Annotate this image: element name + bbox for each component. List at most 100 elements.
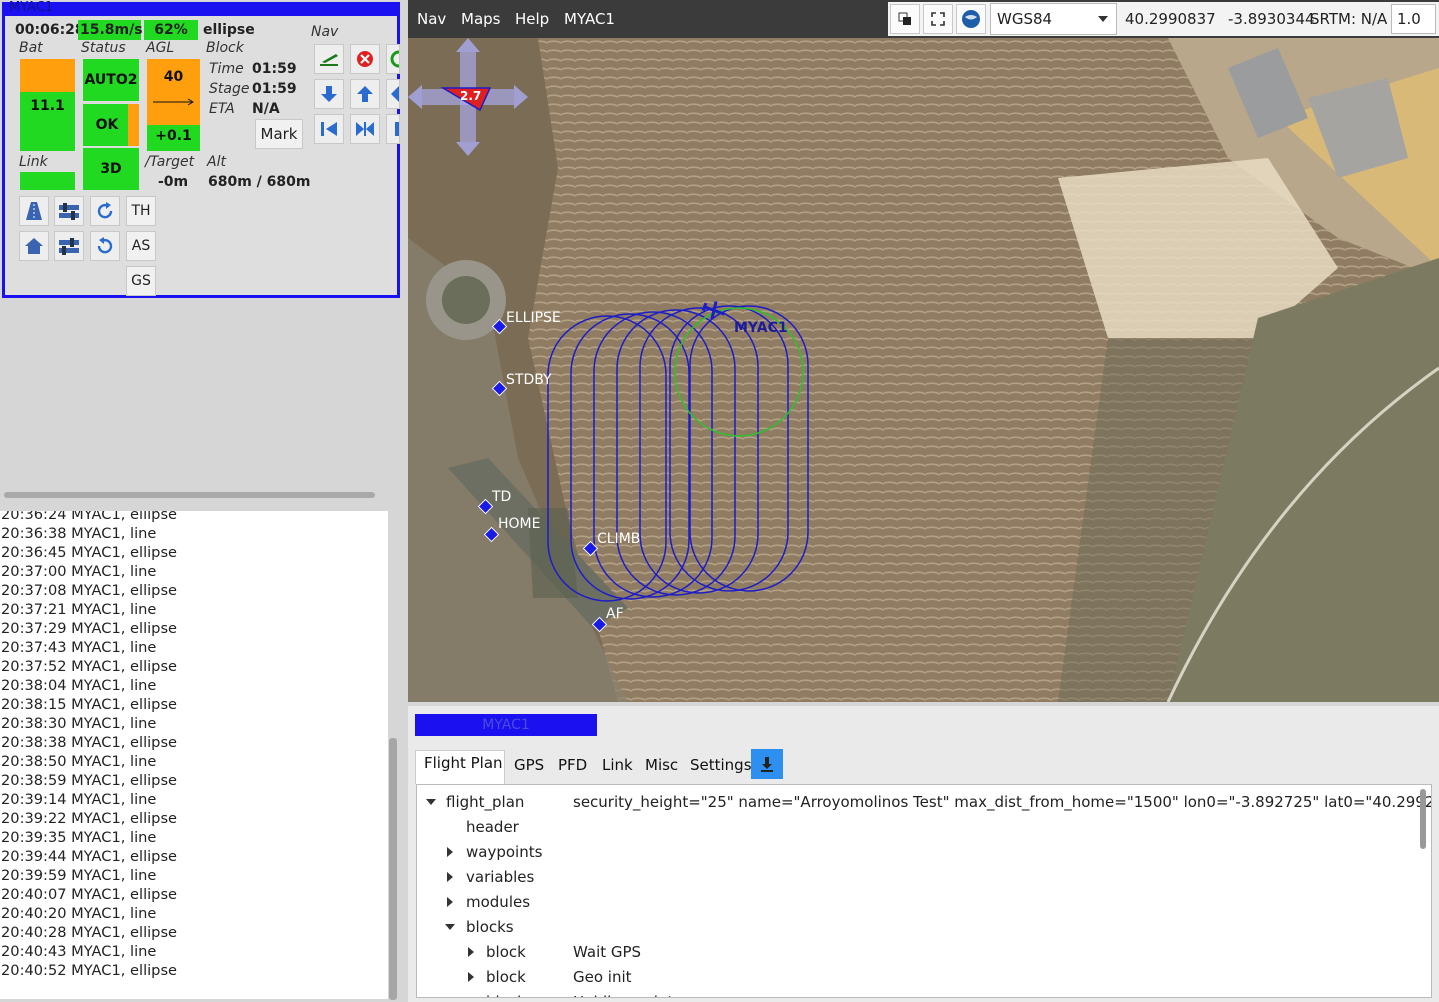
aircraft-tab[interactable]: MYAC1 xyxy=(415,714,597,736)
takeoff-button[interactable] xyxy=(314,44,344,74)
collapsed-arrow-icon xyxy=(468,972,474,982)
map-view[interactable]: ELLIPSE STDBY TD HOME CLIMB AF MYAC1 2.7 xyxy=(408,38,1439,702)
latitude: 40.2990837 xyxy=(1125,10,1216,28)
globe-icon xyxy=(962,10,980,28)
eta-label: ETA xyxy=(209,101,235,117)
tree-label: block xyxy=(486,943,526,961)
collapsed-arrow-icon xyxy=(447,847,453,857)
reset-ccw-button[interactable] xyxy=(90,231,120,261)
console-line: 20:38:50 MYAC1, line xyxy=(1,753,157,770)
tree-row[interactable]: blocks xyxy=(417,915,717,940)
tree-label: blocks xyxy=(466,918,514,936)
th-button[interactable]: TH xyxy=(126,196,156,226)
console-line: 20:36:38 MYAC1, line xyxy=(1,525,157,542)
console-scrollbar[interactable] xyxy=(389,738,397,1000)
projection-value: WGS84 xyxy=(997,10,1053,28)
console-line: 20:39:59 MYAC1, line xyxy=(1,867,157,884)
menu-nav[interactable]: Nav xyxy=(417,0,446,38)
tab-link[interactable]: Link xyxy=(602,750,633,780)
menu-aircraft[interactable]: MYAC1 xyxy=(564,0,615,38)
tab-gps[interactable]: GPS xyxy=(514,750,544,780)
time-label: Time xyxy=(209,61,244,77)
map-toolbar: WGS84 40.2990837 -3.8930344 SRTM: N/A 1.… xyxy=(888,2,1439,36)
projection-select[interactable]: WGS84 xyxy=(990,3,1117,35)
satellite-map xyxy=(408,38,1439,702)
reset-button[interactable] xyxy=(90,196,120,226)
waypoint-label: HOME xyxy=(498,516,541,532)
target-label: /Target xyxy=(145,154,195,170)
console-line: 20:39:44 MYAC1, ellipse xyxy=(1,848,178,865)
tree-label: waypoints xyxy=(466,843,543,861)
agl-label: AGL xyxy=(146,40,175,56)
collapsed-arrow-icon xyxy=(468,947,474,957)
menu-help[interactable]: Help xyxy=(515,0,549,38)
tree-label: block xyxy=(486,990,526,997)
gs-button[interactable]: GS xyxy=(126,266,156,296)
first-block-button[interactable] xyxy=(314,114,344,144)
console-line: 20:38:15 MYAC1, ellipse xyxy=(1,696,178,713)
tab-settings[interactable]: Settings xyxy=(690,750,752,780)
rotate-cw-icon xyxy=(97,202,113,219)
tree-label: flight_plan xyxy=(446,793,525,811)
eta-value: N/A xyxy=(252,101,280,117)
resurrect-button[interactable] xyxy=(386,44,400,74)
tree-row[interactable]: variables xyxy=(417,865,717,890)
console-lines: 20:36:24 MYAC1, ellipse 20:36:38 MYAC1, l… xyxy=(0,511,388,980)
tree-row[interactable]: modules xyxy=(417,890,717,915)
tree-row[interactable]: block Geo init xyxy=(417,965,817,990)
last-block-button[interactable] xyxy=(386,114,400,144)
home-button[interactable] xyxy=(19,231,49,261)
console-line: 20:39:14 MYAC1, line xyxy=(1,791,157,808)
tab-flight-plan[interactable]: Flight Plan xyxy=(424,748,503,778)
arrow-down-icon xyxy=(321,86,337,102)
trim-button[interactable] xyxy=(54,231,84,261)
rc-status-indicator xyxy=(128,104,139,146)
console-line: 20:37:21 MYAC1, line xyxy=(1,601,157,618)
tree-row[interactable]: block Holding point xyxy=(417,990,817,997)
chevron-down-icon xyxy=(1098,16,1108,22)
longitude: -3.8930344 xyxy=(1228,10,1315,28)
next-button[interactable] xyxy=(386,79,400,109)
tree-value: Holding point xyxy=(573,990,673,997)
climb-rate: +0.1 xyxy=(147,125,200,151)
up-button[interactable] xyxy=(350,79,380,109)
tree-label: header xyxy=(466,818,519,836)
stage-label: Stage xyxy=(209,81,250,97)
current-block: ellipse xyxy=(203,22,255,38)
tree-value: Geo init xyxy=(573,968,632,986)
globe-button[interactable] xyxy=(956,4,986,34)
calibrate-button[interactable] xyxy=(54,196,84,226)
rc-status-value: OK xyxy=(95,117,119,133)
tree-row[interactable]: waypoints xyxy=(417,840,717,865)
layer-button[interactable] xyxy=(890,4,920,34)
launch-button[interactable] xyxy=(19,196,49,226)
gps-mode: 3D xyxy=(83,148,139,190)
zoom-input[interactable]: 1.0 xyxy=(1391,4,1436,34)
expanded-arrow-icon xyxy=(426,799,436,805)
as-button[interactable]: AS xyxy=(126,231,156,261)
strip-title: MYAC1 xyxy=(9,0,54,15)
download-button[interactable] xyxy=(751,749,783,779)
rotate-ccw-icon xyxy=(97,237,113,254)
fullscreen-button[interactable] xyxy=(923,4,953,34)
alt-label: Alt xyxy=(207,154,226,170)
aircraft-label: MYAC1 xyxy=(734,320,788,336)
waypoint-label: ELLIPSE xyxy=(506,310,561,326)
down-button[interactable] xyxy=(314,79,344,109)
srtm: SRTM: N/A xyxy=(1310,10,1388,28)
console-line: 20:38:30 MYAC1, line xyxy=(1,715,157,732)
splitter-handle[interactable] xyxy=(4,492,375,498)
aircraft-strip: MYAC1 00:06:28 15.8m/s 62% ellipse Bat S… xyxy=(2,0,400,298)
tab-pfd[interactable]: PFD xyxy=(558,750,587,780)
center-button[interactable] xyxy=(350,114,380,144)
menu-maps[interactable]: Maps xyxy=(461,0,500,38)
tree-scrollbar[interactable] xyxy=(1420,789,1426,849)
tree-row[interactable]: flight_plan security_height="25" name="A… xyxy=(417,790,1431,815)
tab-misc[interactable]: Misc xyxy=(645,750,678,780)
sliders-icon xyxy=(59,238,79,255)
tree-row[interactable]: block Wait GPS xyxy=(417,940,817,965)
kill-button[interactable] xyxy=(350,44,380,74)
mark-button[interactable]: Mark xyxy=(255,119,303,149)
runway-icon xyxy=(26,202,42,220)
battery-value: 11.1 xyxy=(30,98,65,114)
